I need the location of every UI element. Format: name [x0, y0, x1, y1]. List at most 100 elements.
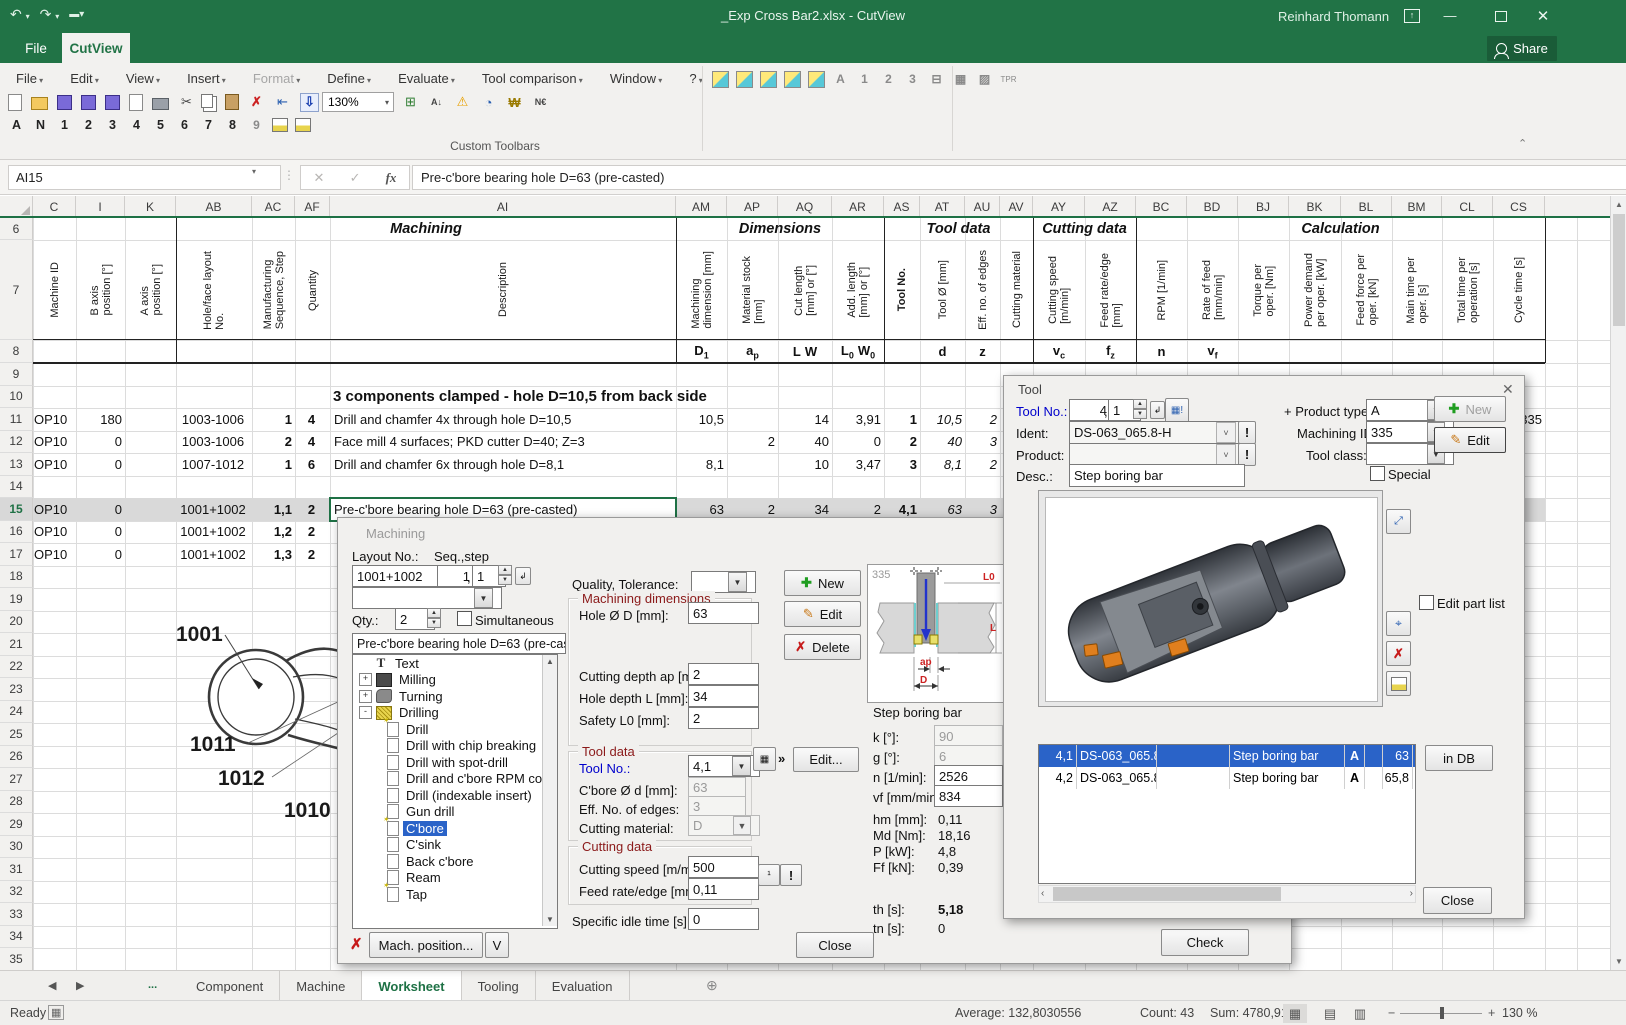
check-button[interactable]: Check — [1161, 929, 1249, 956]
safety-l0-input[interactable]: 2 — [688, 707, 759, 729]
delete-position-icon[interactable]: ✗ — [350, 935, 363, 953]
column-header-AC[interactable]: AC — [252, 196, 295, 218]
zoom-image-icon[interactable]: ⌖ — [1386, 611, 1411, 636]
machining-type-tree[interactable]: TText+Milling+Turning-DrillingDrillDrill… — [352, 654, 558, 929]
cell-AI13[interactable]: Drill and chamfer 6x through hole D=8,1 — [331, 453, 673, 475]
column-header-CL[interactable]: CL — [1442, 196, 1493, 218]
column-header-AP[interactable]: AP — [727, 196, 778, 218]
machining-description-field[interactable]: Pre-c'bore bearing hole D=63 (pre-casted — [352, 633, 566, 654]
tool-no-spinner[interactable]: ▲▼ — [1133, 399, 1147, 419]
row-header-32[interactable]: 32 — [0, 881, 33, 904]
cell-AP12[interactable]: 2 — [728, 431, 775, 453]
column-header-K[interactable]: K — [125, 196, 176, 218]
delete-button[interactable]: ✗Delete — [784, 634, 861, 660]
tree-item-turning[interactable]: +Turning — [353, 688, 557, 705]
calculator-icon[interactable]: ⊞ — [402, 94, 419, 111]
column-header-AF[interactable]: AF — [295, 196, 330, 218]
tree-item-back-c-bore[interactable]: Back c'bore — [353, 853, 557, 870]
row-header-22[interactable]: 22 — [0, 656, 33, 679]
cell-AB13[interactable]: 1007-1012 — [177, 453, 249, 475]
cell-AF13[interactable]: 6 — [296, 453, 327, 475]
toolbar-icon[interactable]: 1 — [856, 71, 873, 88]
cell-AB15[interactable]: 1001+1002 — [177, 498, 249, 520]
column-header-AQ[interactable]: AQ — [778, 196, 832, 218]
save-icon[interactable] — [57, 95, 72, 110]
save-copy-icon[interactable] — [105, 95, 120, 110]
cell-C16[interactable]: OP10 — [34, 521, 73, 543]
special-checkbox[interactable] — [1370, 466, 1385, 481]
maximize-button[interactable] — [1495, 11, 1507, 22]
cut-icon[interactable]: ✂ — [178, 94, 195, 111]
table-icon[interactable]: ▦ — [952, 71, 969, 88]
warning-icon[interactable]: ⚠ — [454, 94, 471, 111]
enter-icon[interactable]: ✓ — [350, 170, 361, 186]
euro-icon[interactable]: N€ — [532, 94, 549, 111]
row-header-21[interactable]: 21 — [0, 633, 33, 656]
row-header-35[interactable]: 35 — [0, 948, 33, 971]
cell-C17[interactable]: OP10 — [34, 543, 73, 565]
collapse-ribbon-icon[interactable]: ⌃ — [1518, 137, 1527, 150]
zoom-combobox[interactable]: 130%▾ — [322, 92, 394, 112]
cell-AR11[interactable]: 3,91 — [833, 408, 881, 430]
quality-dropdown-icon[interactable]: ▼ — [728, 572, 747, 592]
toolbar-icon[interactable]: A — [832, 71, 849, 88]
hole-d-input[interactable]: 63 — [688, 602, 759, 624]
column-header-AZ[interactable]: AZ — [1085, 196, 1136, 218]
row-header-33[interactable]: 33 — [0, 903, 33, 926]
product-dropdown-icon[interactable]: ˅ — [1216, 444, 1236, 465]
scroll-down-icon[interactable]: ▼ — [1612, 954, 1626, 969]
menu-item[interactable]: Define — [327, 71, 371, 86]
tab-scroll-left-icon[interactable]: ◀ — [48, 979, 56, 992]
mach-position-button[interactable]: Mach. position... — [369, 932, 483, 958]
zoom-level[interactable]: 130 % — [1502, 1006, 1537, 1020]
menu-item[interactable]: Tool comparison — [482, 71, 583, 86]
row-header-26[interactable]: 26 — [0, 746, 33, 769]
close-window-button[interactable]: ✕ — [1528, 7, 1558, 25]
row-header-23[interactable]: 23 — [0, 678, 33, 701]
tree-item-drill[interactable]: Drill — [353, 721, 557, 738]
custom-tool-icon-3[interactable] — [760, 71, 777, 88]
row-header-10[interactable]: 10 — [0, 386, 33, 409]
row-header-30[interactable]: 30 — [0, 836, 33, 859]
column-header-AM[interactable]: AM — [676, 196, 727, 218]
row-header-7[interactable]: 7 — [0, 240, 33, 340]
cell-C13[interactable]: OP10 — [34, 453, 73, 475]
menu-item[interactable]: View — [126, 71, 160, 86]
tree-item-tap[interactable]: Tap — [353, 886, 557, 903]
row-header-19[interactable]: 19 — [0, 588, 33, 611]
cell-AF17[interactable]: 2 — [296, 543, 327, 565]
layout-no-input[interactable]: 1001+1002 — [352, 565, 442, 587]
tree-item-c-sink[interactable]: C'sink — [353, 837, 557, 854]
edit-button[interactable]: ✎Edit — [784, 601, 861, 627]
toolbar-icon[interactable]: 5 — [152, 117, 169, 134]
sheet-tab-component[interactable]: Component — [180, 971, 280, 1001]
image-icon[interactable]: ▨ — [976, 71, 993, 88]
tool-jump-button[interactable]: ↲ — [1150, 401, 1165, 419]
delete-image-icon[interactable]: ✗ — [1386, 641, 1411, 666]
column-header-I[interactable]: I — [76, 196, 125, 218]
share-button[interactable]: Share — [1487, 36, 1557, 61]
row-header-16[interactable]: 16 — [0, 521, 33, 544]
row-header-9[interactable]: 9 — [0, 363, 33, 386]
cell-AI12[interactable]: Face mill 4 surfaces; PKD cutter D=40; Z… — [331, 431, 673, 453]
zoom-in-icon[interactable]: + — [1488, 1006, 1495, 1020]
normal-view-icon[interactable]: ▦ — [1283, 1004, 1307, 1023]
cell-AF11[interactable]: 4 — [296, 408, 327, 430]
desc-field[interactable]: Step boring bar — [1069, 464, 1245, 487]
cell-AM13[interactable]: 8,1 — [677, 453, 724, 475]
toolbar-icon[interactable]: A — [8, 117, 25, 134]
toolbar-icon[interactable]: 6 — [176, 117, 193, 134]
cell-AB11[interactable]: 1003-1006 — [177, 408, 249, 430]
row-header-18[interactable]: 18 — [0, 566, 33, 589]
custom-tool-icon-1[interactable] — [712, 71, 729, 88]
ribbon-tab-cutview[interactable]: CutView — [62, 33, 130, 63]
expand-image-icon[interactable]: ⤢ — [1386, 509, 1411, 534]
export-table-icon[interactable] — [272, 118, 288, 132]
tool-edit-button[interactable]: ✎Edit — [1434, 427, 1506, 453]
column-header-AV[interactable]: AV — [1000, 196, 1033, 218]
column-header-BL[interactable]: BL — [1341, 196, 1392, 218]
column-header-AR[interactable]: AR — [832, 196, 884, 218]
custom-tool-icon-5[interactable] — [808, 71, 825, 88]
save-image-icon[interactable] — [1386, 671, 1411, 696]
column-header-AU[interactable]: AU — [965, 196, 1000, 218]
